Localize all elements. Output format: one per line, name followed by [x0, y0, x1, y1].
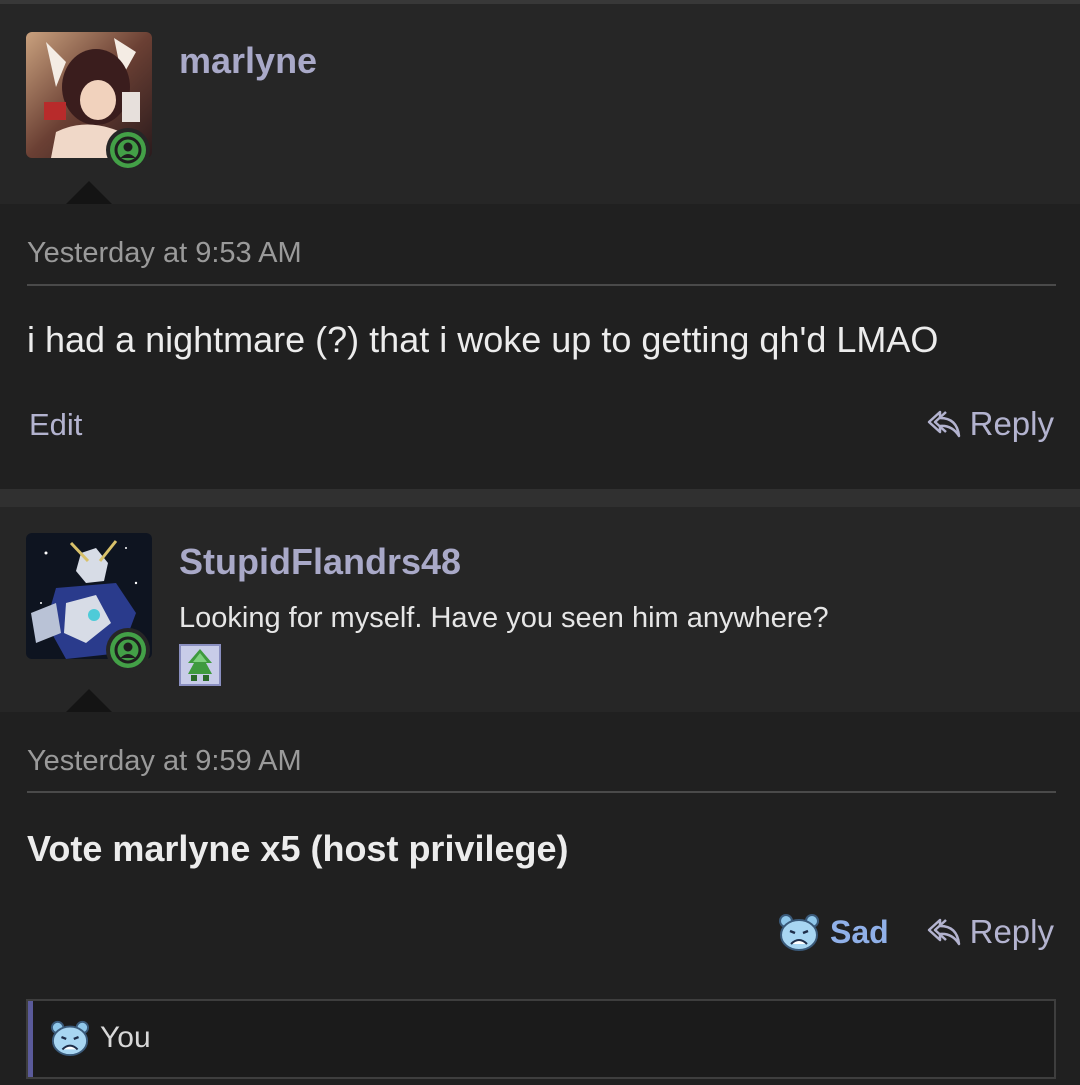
online-status-badge	[106, 628, 150, 672]
reaction-sad-button[interactable]: Sad	[778, 912, 889, 952]
edit-button[interactable]: Edit	[29, 407, 82, 443]
user-online-icon	[114, 136, 142, 164]
reaction-label: Sad	[830, 913, 889, 950]
reply-label: Reply	[969, 405, 1054, 442]
online-status-badge	[106, 128, 150, 172]
signature-sprite-icon	[179, 644, 221, 686]
reply-icon	[927, 918, 960, 946]
post-body: Yesterday at 9:53 AM i had a nightmare (…	[0, 204, 1080, 489]
user-signature: Looking for myself. Have you seen him an…	[179, 602, 829, 634]
post-timestamp[interactable]: Yesterday at 9:59 AM	[27, 745, 302, 778]
post-header: marlyne	[0, 4, 1080, 204]
post-stupidflandrs48: StupidFlandrs48 Looking for myself. Have…	[0, 507, 1080, 1085]
post-message: Vote marlyne x5 (host privilege)	[27, 828, 569, 869]
username[interactable]: StupidFlandrs48	[179, 541, 461, 583]
reactions-summary-bar[interactable]: You	[26, 999, 1056, 1079]
divider	[27, 284, 1056, 286]
reply-label: Reply	[969, 913, 1054, 950]
thread-page: marlyne Yesterday at 9:53 AM i had a nig…	[0, 0, 1080, 1085]
post-separator	[0, 489, 1080, 507]
user-online-icon	[114, 636, 142, 664]
post-body: Yesterday at 9:59 AM Vote marlyne x5 (ho…	[0, 712, 1080, 1085]
reacted-by-label: You	[100, 1021, 151, 1054]
post-header: StupidFlandrs48 Looking for myself. Have…	[0, 507, 1080, 712]
username[interactable]: marlyne	[179, 40, 317, 82]
post-message: i had a nightmare (?) that i woke up to …	[27, 319, 939, 360]
divider	[27, 791, 1056, 793]
sad-reaction-icon	[779, 914, 819, 951]
post-timestamp[interactable]: Yesterday at 9:53 AM	[27, 237, 302, 270]
reply-icon	[927, 410, 960, 438]
reaction-bar-accent	[28, 1001, 33, 1077]
post-pointer	[66, 689, 112, 712]
post-marlyne: marlyne Yesterday at 9:53 AM i had a nig…	[0, 4, 1080, 489]
sad-reaction-icon	[51, 1020, 89, 1057]
reply-button[interactable]: Reply	[926, 405, 1054, 443]
reply-button[interactable]: Reply	[926, 913, 1054, 951]
post-pointer	[66, 181, 112, 204]
